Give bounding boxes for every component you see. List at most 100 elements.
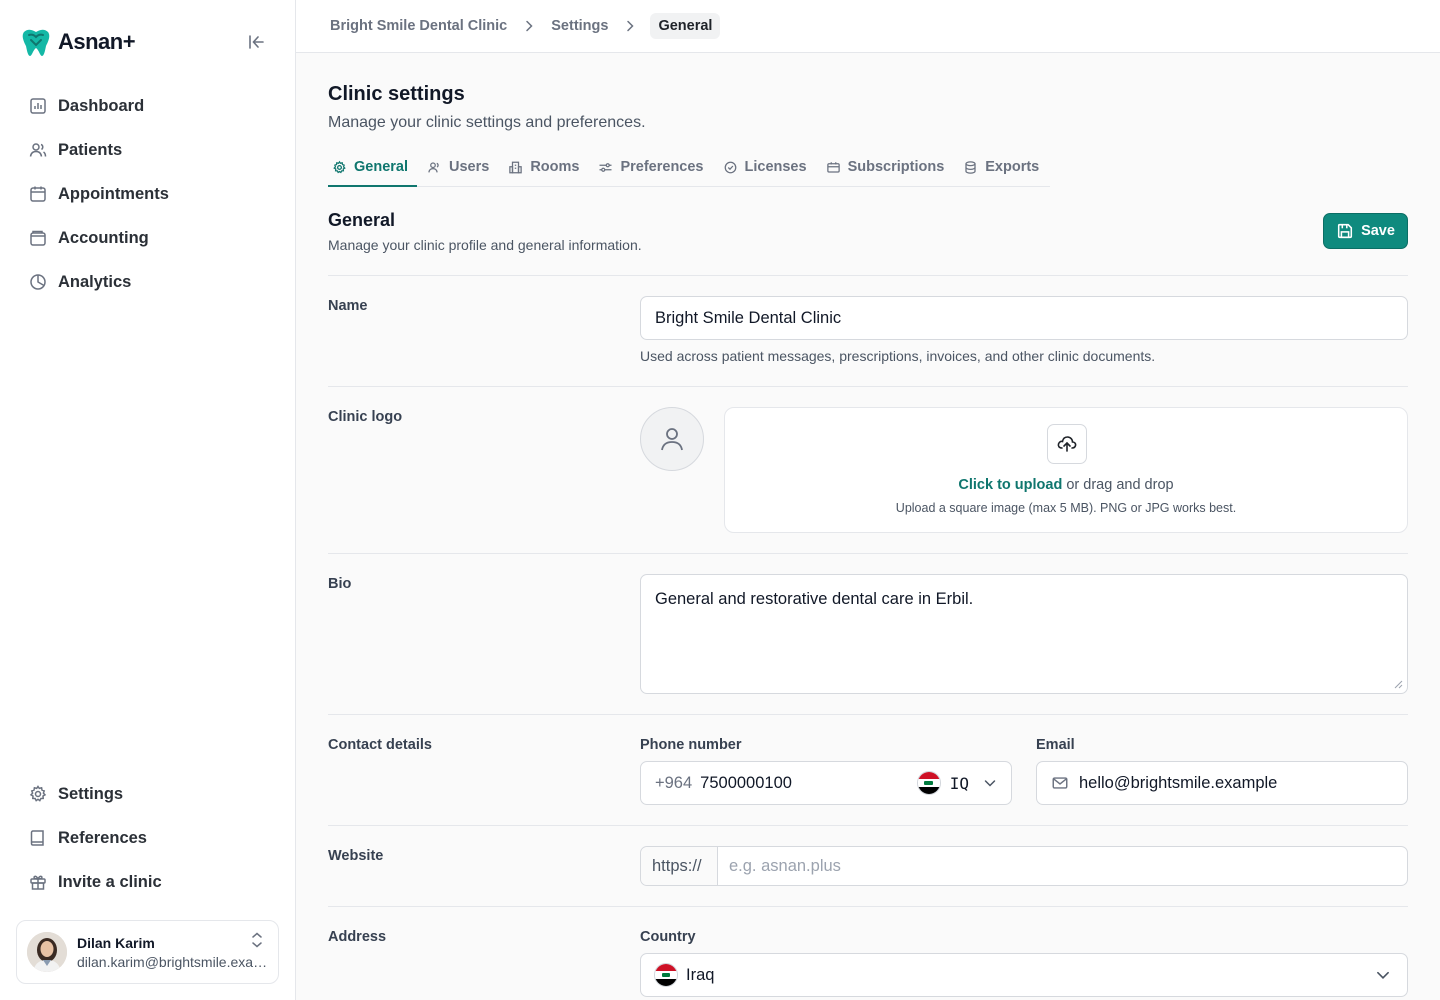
divider: [328, 906, 1408, 907]
sidebar-item-patients[interactable]: Patients: [16, 128, 280, 172]
user-email: dilan.karim@brightsmile.example: [77, 953, 268, 970]
tab-exports[interactable]: Exports: [959, 149, 1048, 185]
sliders-icon: [599, 162, 612, 172]
phone-field[interactable]: +964 7500000100 IQ: [640, 761, 1012, 805]
website-label: Website: [328, 848, 384, 864]
tab-users[interactable]: Users: [423, 149, 498, 185]
wallet-icon: [30, 230, 46, 246]
sidebar-bottom-nav: Settings References Invite a clinic: [16, 772, 280, 904]
name-input[interactable]: [640, 296, 1408, 340]
sidebar-item-label: Appointments: [58, 184, 169, 203]
chevron-down-icon: [984, 780, 996, 787]
sidebar-item-appointments[interactable]: Appointments: [16, 172, 280, 216]
phone-input[interactable]: 7500000100: [700, 774, 917, 793]
divider: [328, 553, 1408, 554]
country-select[interactable]: Iraq: [640, 953, 1408, 997]
book-icon: [30, 830, 44, 846]
upload-button[interactable]: [1047, 424, 1087, 464]
section-title: General: [328, 210, 396, 230]
sidebar-item-label: Dashboard: [58, 96, 145, 115]
tab-label: Exports: [985, 159, 1040, 175]
sidebar-item-label: Accounting: [58, 228, 149, 247]
chevron-up-down-icon: [252, 932, 262, 948]
tooth-logo-icon: [22, 29, 50, 56]
cloud-upload-icon: [1057, 436, 1077, 452]
sidebar-item-references[interactable]: References: [16, 816, 280, 860]
sidebar-nav: Dashboard Patients Appointments Accounti…: [16, 84, 280, 304]
topbar: Bright Smile Dental Clinic Settings Gene…: [296, 0, 1440, 53]
ticket-icon: [826, 161, 840, 173]
pie-chart-icon: [30, 274, 46, 290]
mail-icon: [1052, 777, 1068, 789]
breadcrumb: Bright Smile Dental Clinic Settings Gene…: [328, 11, 721, 41]
user-name: Dilan Karim: [77, 934, 155, 951]
save-button[interactable]: Save: [1323, 213, 1408, 249]
email-field[interactable]: hello@brightsmile.example: [1036, 761, 1408, 805]
tab-label: General: [354, 159, 408, 175]
main-content: Clinic settings Manage your clinic setti…: [296, 53, 1440, 1000]
sidebar-item-settings[interactable]: Settings: [16, 772, 280, 816]
logo-label: Clinic logo: [328, 409, 403, 425]
divider: [328, 714, 1408, 715]
bio-textarea[interactable]: General and restorative dental care in E…: [640, 574, 1408, 694]
sidebar-item-dashboard[interactable]: Dashboard: [16, 84, 280, 128]
avatar: [27, 932, 67, 972]
phone-country-code: IQ: [949, 773, 969, 793]
logo-placeholder: [640, 407, 704, 471]
tab-rooms[interactable]: Rooms: [504, 149, 588, 185]
tab-label: Preferences: [620, 159, 704, 175]
tab-label: Rooms: [530, 159, 580, 175]
sidebar-item-label: Analytics: [58, 272, 132, 291]
phone-prefix: +964: [655, 773, 693, 792]
website-input[interactable]: [718, 847, 1407, 885]
resize-handle-icon[interactable]: [1393, 679, 1403, 689]
tab-subscriptions[interactable]: Subscriptions: [822, 149, 954, 185]
iraq-flag-icon: [916, 771, 941, 795]
tab-label: Subscriptions: [847, 159, 945, 175]
tab-licenses[interactable]: Licenses: [719, 149, 816, 185]
page-title: Clinic settings: [328, 83, 465, 105]
sidebar-item-label: Invite a clinic: [58, 872, 162, 891]
email-input[interactable]: hello@brightsmile.example: [1079, 774, 1277, 793]
logo-upload-dropzone[interactable]: Click to upload or drag and drop Upload …: [724, 407, 1408, 533]
phone-country-select[interactable]: IQ: [916, 771, 997, 795]
email-label: Email: [1036, 737, 1075, 753]
database-icon: [965, 160, 976, 174]
iraq-flag-icon: [654, 963, 678, 987]
tab-general[interactable]: General: [328, 149, 417, 187]
sidebar-item-accounting[interactable]: Accounting: [16, 216, 280, 260]
click-to-upload-link[interactable]: Click to upload: [958, 477, 1062, 493]
breadcrumb-clinic[interactable]: Bright Smile Dental Clinic: [328, 18, 509, 34]
tab-preferences[interactable]: Preferences: [594, 149, 712, 185]
sidebar-item-label: References: [58, 828, 147, 847]
address-label: Address: [328, 929, 387, 945]
panel-collapse-icon: [249, 35, 264, 49]
phone-label: Phone number: [640, 737, 742, 753]
divider: [328, 386, 1408, 387]
upload-rest-text: or drag and drop: [1062, 477, 1174, 493]
sidebar-item-label: Patients: [58, 140, 123, 159]
gear-icon: [333, 160, 346, 173]
save-label: Save: [1361, 223, 1395, 239]
breadcrumb-current: General: [650, 13, 721, 39]
users-icon: [428, 161, 439, 172]
building-icon: [509, 161, 523, 173]
country-value: Iraq: [686, 965, 715, 984]
settings-tabs: General Users Rooms Preferences Licenses…: [328, 149, 1050, 187]
save-icon: [1337, 223, 1353, 239]
name-hint: Used across patient messages, prescripti…: [640, 348, 1156, 364]
sidebar-item-analytics[interactable]: Analytics: [16, 260, 280, 304]
tab-label: Licenses: [744, 159, 807, 175]
user-menu[interactable]: Dilan Karim dilan.karim@brightsmile.exam…: [16, 920, 279, 984]
website-scheme: https://: [641, 847, 718, 885]
contact-label: Contact details: [328, 737, 432, 753]
sidebar-item-invite[interactable]: Invite a clinic: [16, 860, 280, 904]
brand[interactable]: Asnan+: [20, 26, 136, 58]
section-subtitle: Manage your clinic profile and general i…: [328, 237, 642, 253]
breadcrumb-settings[interactable]: Settings: [549, 18, 610, 34]
website-field: https://: [640, 846, 1408, 886]
bio-label: Bio: [328, 576, 352, 592]
country-label: Country: [640, 929, 696, 945]
name-label: Name: [328, 298, 368, 314]
collapse-sidebar-button[interactable]: [244, 30, 268, 54]
